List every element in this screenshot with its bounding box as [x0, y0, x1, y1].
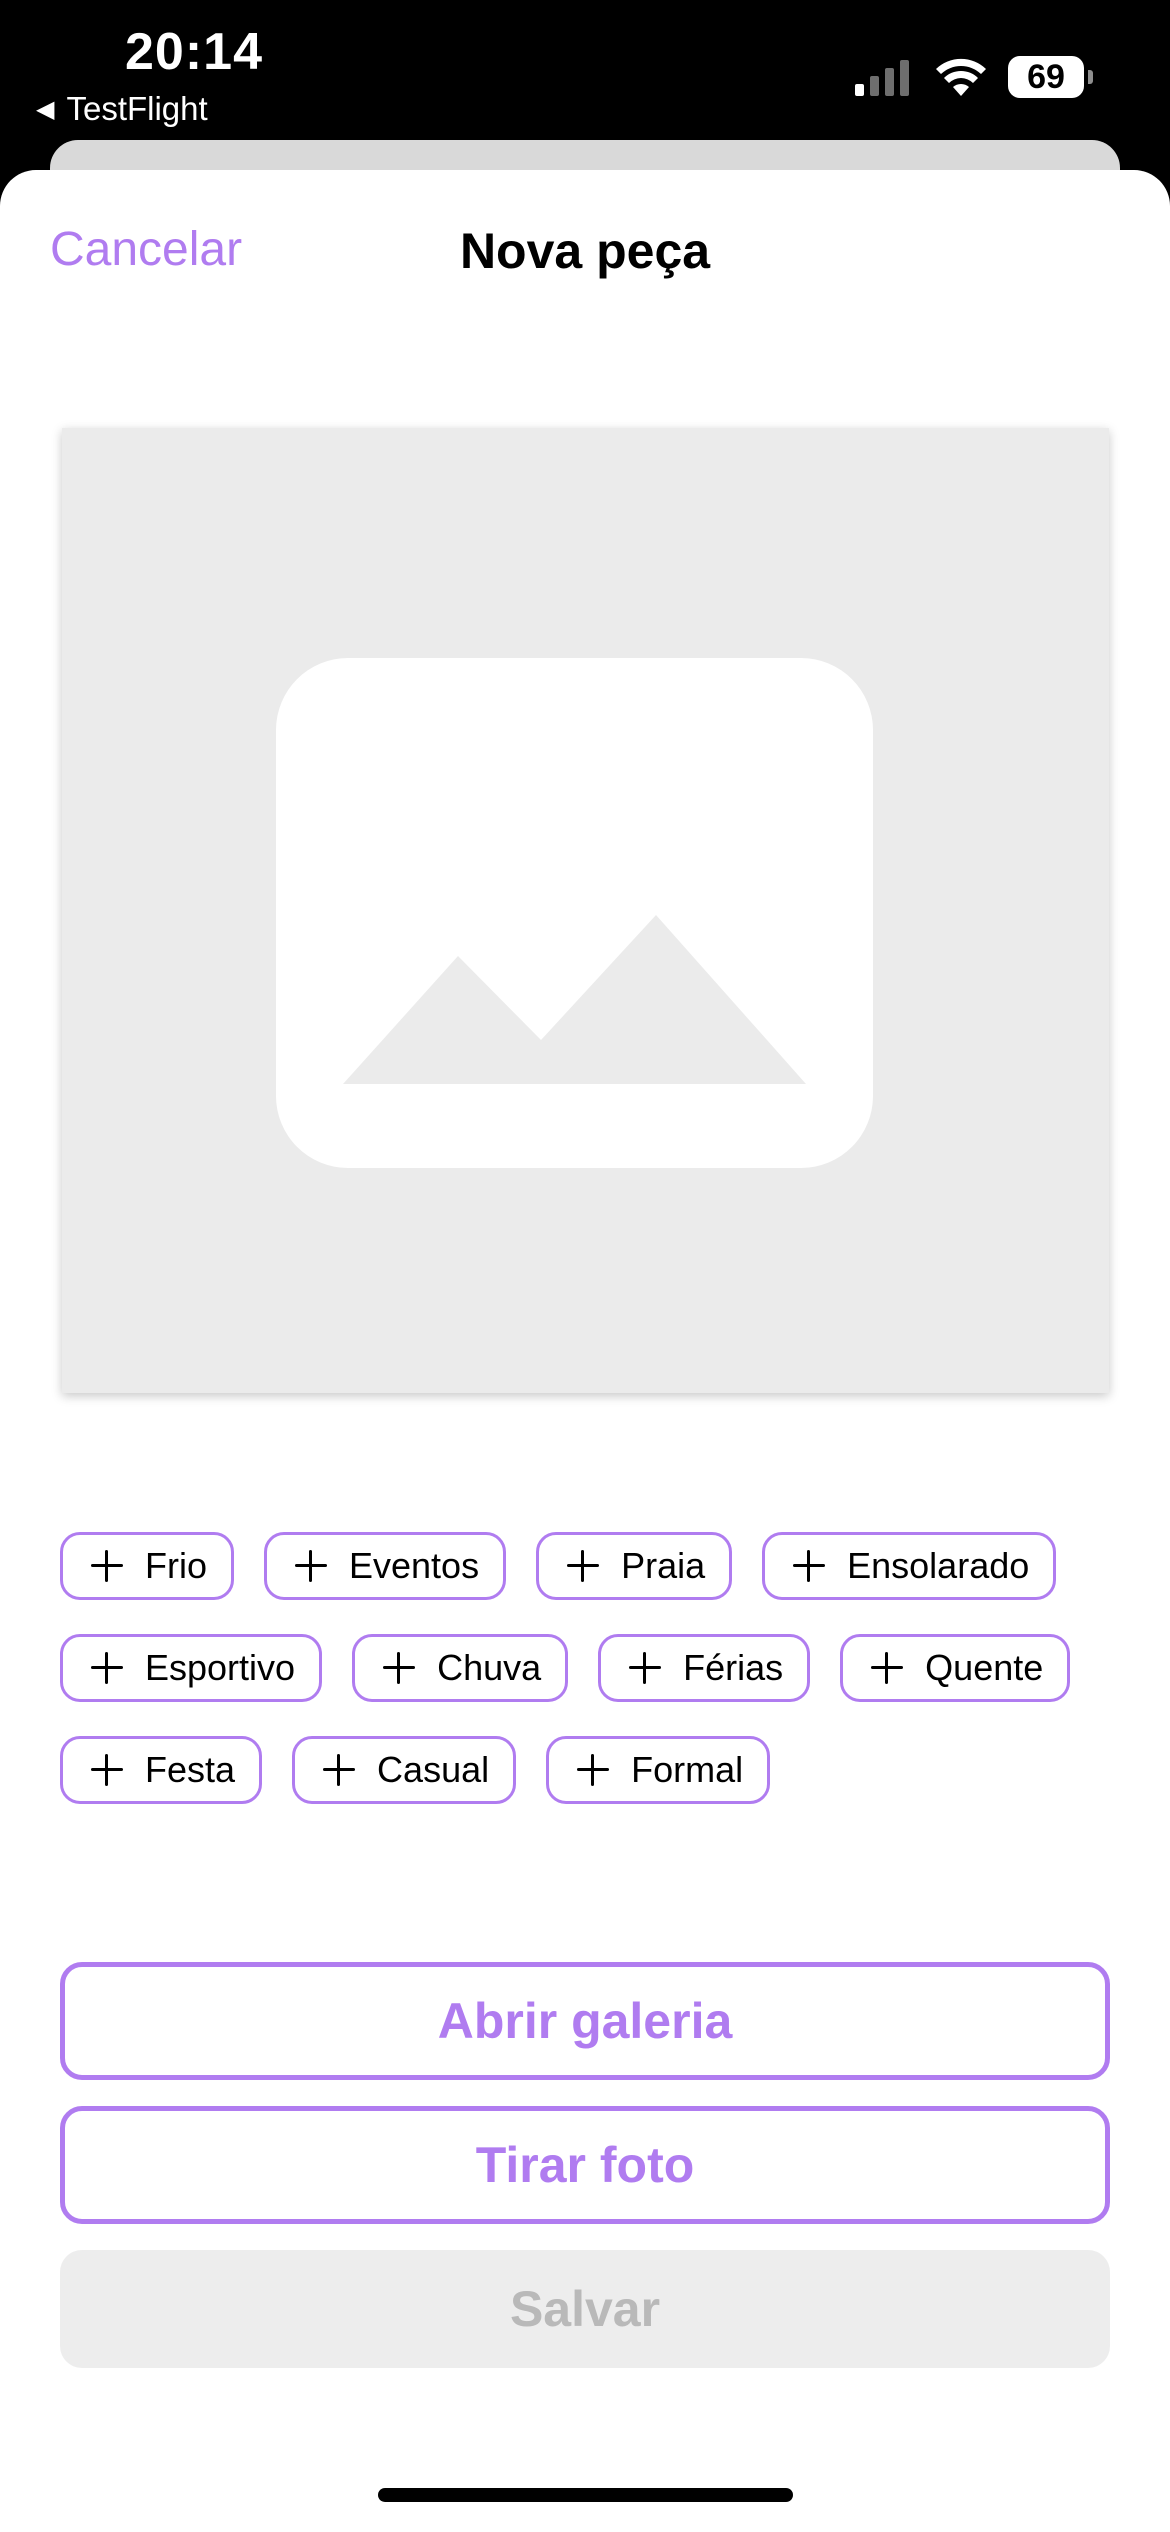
wifi-icon: [936, 58, 986, 96]
back-app-label: TestFlight: [66, 90, 208, 127]
tag-row: Frio Eventos Praia Ensolarado: [60, 1532, 1120, 1604]
plus-icon: [383, 1652, 416, 1684]
plus-icon: [295, 1550, 327, 1582]
take-photo-button[interactable]: Tirar foto: [60, 2106, 1110, 2224]
tag-chip[interactable]: Férias: [598, 1634, 811, 1702]
tag-row: Festa Casual Formal: [60, 1736, 1120, 1808]
plus-icon: [91, 1652, 123, 1684]
status-bar: 20:14 ◀ TestFlight 69: [0, 0, 1170, 140]
tag-chip[interactable]: Ensolarado: [762, 1532, 1057, 1600]
tag-chip[interactable]: Formal: [546, 1736, 771, 1804]
tag-chip[interactable]: Festa: [60, 1736, 263, 1804]
save-button[interactable]: Salvar: [60, 2250, 1110, 2368]
tag-chip[interactable]: Frio: [60, 1532, 234, 1600]
new-item-sheet: Cancelar Nova peça Frio Eventos Praia En…: [0, 170, 1170, 2532]
cancel-button[interactable]: Cancelar: [50, 222, 242, 277]
plus-icon: [91, 1754, 123, 1786]
home-indicator[interactable]: [378, 2488, 793, 2502]
plus-icon: [871, 1652, 904, 1684]
battery-icon: 69: [1008, 56, 1093, 98]
image-placeholder-icon: [276, 658, 873, 1168]
plus-icon: [577, 1754, 610, 1786]
tag-chip[interactable]: Esportivo: [60, 1634, 323, 1702]
tag-row: Esportivo Chuva Férias Quente: [60, 1634, 1120, 1706]
photo-placeholder[interactable]: [62, 428, 1109, 1393]
tag-chip[interactable]: Eventos: [264, 1532, 507, 1600]
back-to-app-link[interactable]: ◀ TestFlight: [36, 90, 208, 128]
open-gallery-button[interactable]: Abrir galeria: [60, 1962, 1110, 2080]
tag-chip[interactable]: Praia: [536, 1532, 733, 1600]
plus-icon: [793, 1550, 826, 1582]
battery-level: 69: [1008, 56, 1084, 98]
plus-icon: [323, 1754, 356, 1786]
plus-icon: [567, 1550, 600, 1582]
status-time: 20:14: [125, 23, 263, 81]
cellular-signal-icon: [855, 60, 909, 96]
back-triangle-icon: ◀: [36, 95, 55, 123]
tag-chip[interactable]: Chuva: [352, 1634, 569, 1702]
tag-chip[interactable]: Quente: [840, 1634, 1071, 1702]
plus-icon: [629, 1652, 662, 1684]
tag-list: Frio Eventos Praia Ensolarado Esportivo …: [60, 1532, 1120, 1838]
tag-chip[interactable]: Casual: [292, 1736, 517, 1804]
plus-icon: [91, 1550, 123, 1582]
